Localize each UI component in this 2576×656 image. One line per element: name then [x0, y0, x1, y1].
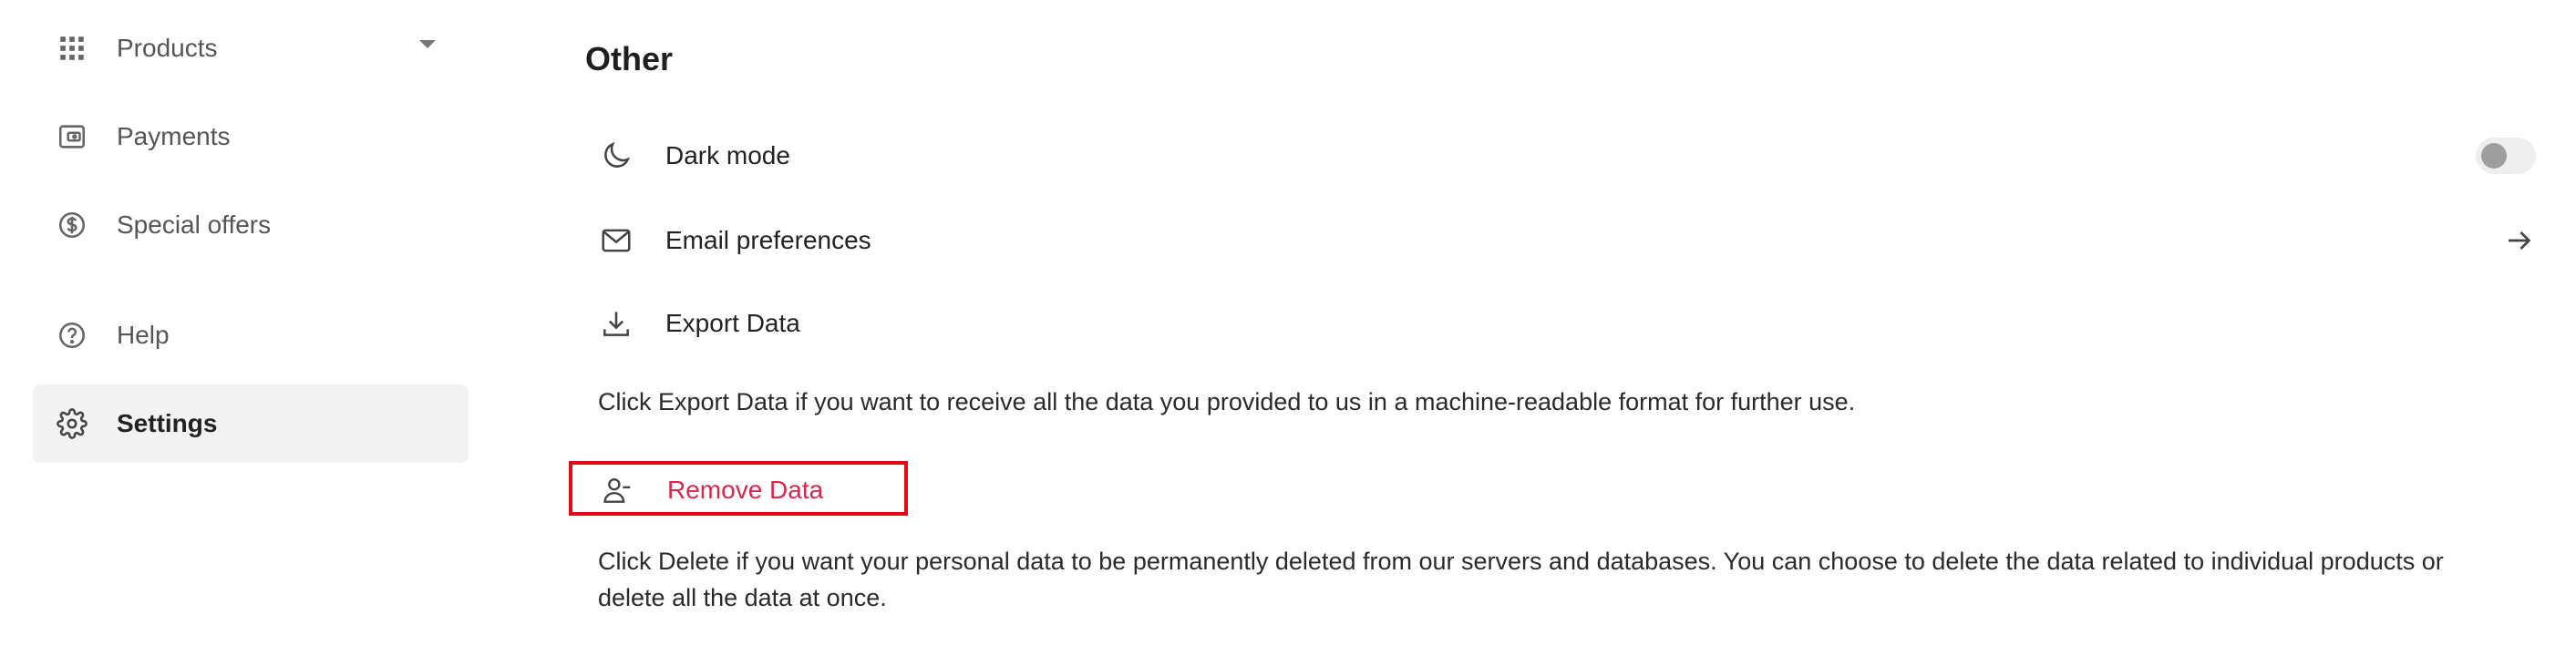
dark-mode-control	[2476, 128, 2536, 183]
user-minus-icon	[600, 473, 636, 509]
wallet-icon	[57, 121, 88, 152]
sidebar: Products Payments Special offers Help Se…	[0, 0, 492, 656]
dark-mode-label: Dark mode	[665, 141, 790, 169]
arrow-right-icon[interactable]	[2503, 213, 2536, 268]
remove-data-description-line2: delete all the data at once.	[598, 584, 887, 611]
sidebar-item-settings[interactable]: Settings	[33, 384, 469, 463]
export-data-description: Click Export Data if you want to receive…	[598, 388, 1856, 415]
export-data-label: Export Data	[665, 309, 800, 337]
dark-mode-row: Dark mode	[598, 128, 2536, 183]
help-circle-icon	[57, 320, 88, 351]
dollar-circle-icon	[57, 210, 88, 241]
sidebar-item-label: Settings	[117, 409, 218, 437]
gear-icon	[57, 408, 88, 439]
sidebar-item-label: Payments	[117, 122, 231, 150]
sidebar-item-label: Help	[117, 321, 170, 349]
toggle-knob	[2481, 143, 2507, 169]
chevron-down-icon[interactable]	[419, 40, 436, 48]
email-preferences-row[interactable]: Email preferences	[598, 213, 2536, 268]
sidebar-item-special-offers[interactable]: Special offers	[33, 186, 469, 264]
sidebar-item-label: Products	[117, 34, 218, 62]
sidebar-item-help[interactable]: Help	[33, 296, 469, 374]
section-title: Other	[585, 40, 674, 77]
email-preferences-label: Email preferences	[665, 226, 871, 254]
dark-mode-toggle[interactable]	[2476, 138, 2536, 174]
grid-icon	[57, 33, 88, 64]
sidebar-item-payments[interactable]: Payments	[33, 97, 469, 176]
sidebar-item-products[interactable]: Products	[33, 9, 469, 87]
sidebar-item-label: Special offers	[117, 210, 272, 239]
remove-data-row[interactable]: Remove Data	[569, 461, 908, 516]
download-icon	[598, 305, 634, 342]
remove-data-label: Remove Data	[667, 476, 824, 504]
remove-data-description-line1: Click Delete if you want your personal d…	[598, 548, 2444, 575]
export-data-row[interactable]: Export Data	[598, 296, 2536, 351]
mail-icon	[598, 222, 634, 259]
moon-icon	[598, 138, 634, 174]
